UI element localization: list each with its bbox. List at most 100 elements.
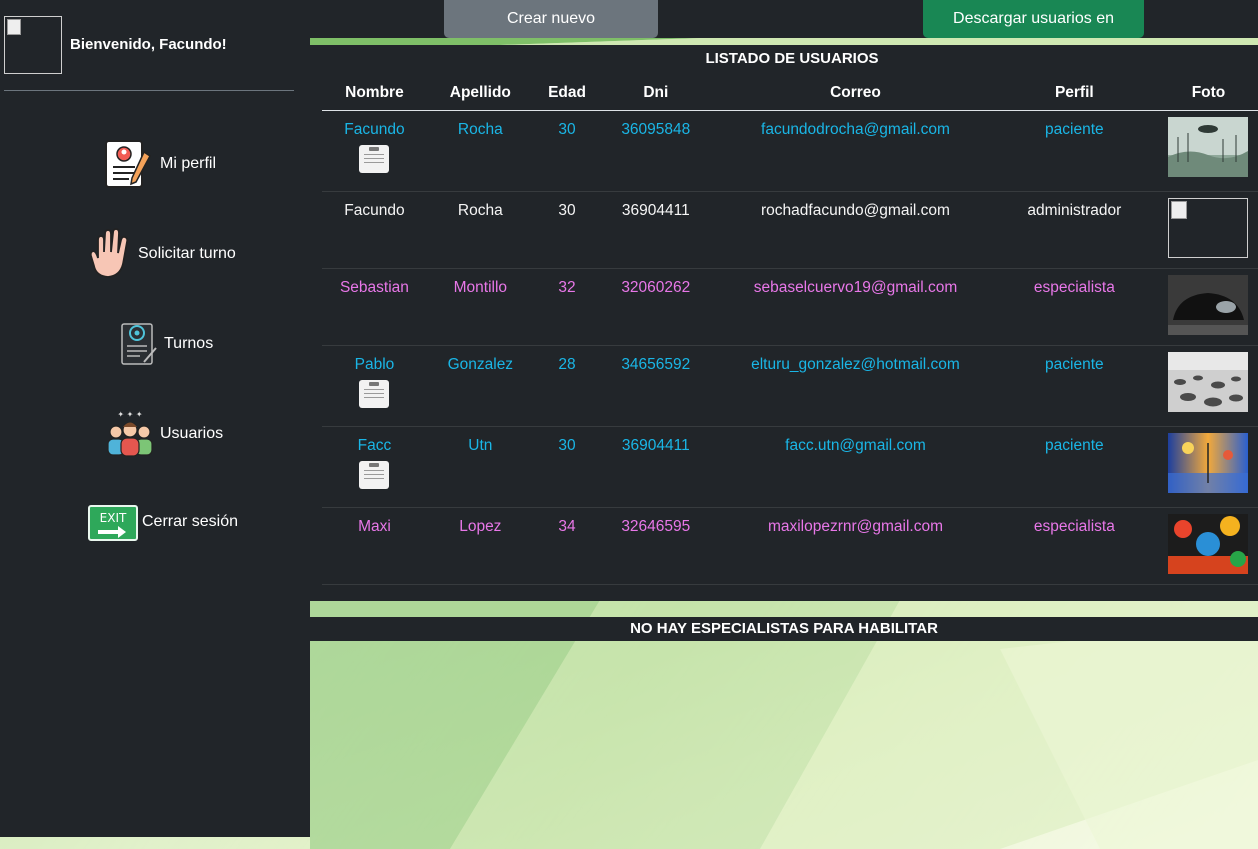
correo-text: elturu_gonzalez@hotmail.com — [751, 355, 960, 373]
broken-image-icon — [1168, 197, 1249, 258]
apellido-text: Rocha — [457, 120, 503, 138]
sidebar-item-turnos[interactable]: Turnos — [118, 318, 213, 370]
user-photo — [1168, 513, 1249, 578]
col-header-apellido: Apellido — [426, 77, 534, 111]
cell-foto — [1148, 426, 1258, 508]
svg-text:EXIT: EXIT — [100, 511, 127, 525]
cell-perfil: especialista — [999, 268, 1149, 346]
cell-foto — [1148, 110, 1258, 192]
edad-text: 30 — [558, 436, 576, 454]
dni-text: 32646595 — [621, 517, 691, 535]
user-photo — [1168, 432, 1249, 497]
correo-text: sebaselcuervo19@gmail.com — [753, 278, 958, 296]
sidebar-item-label: Mi perfil — [160, 155, 217, 172]
nombre-text: Facc — [357, 436, 392, 454]
table-row: Facundo Rocha 30 36095848 facundodrocha@gmai… — [322, 110, 1258, 192]
dni-text: 36095848 — [621, 120, 691, 138]
apellido-text: Utn — [468, 436, 493, 454]
dni-text: 34656592 — [621, 355, 691, 373]
user-photo — [1168, 274, 1249, 339]
cell-perfil: paciente — [999, 426, 1149, 508]
cell-edad: 34 — [533, 507, 601, 585]
cell-nombre: Facundo — [322, 110, 427, 192]
cell-edad: 28 — [533, 345, 601, 427]
nombre-text: Pablo — [354, 355, 395, 373]
cell-edad: 30 — [533, 110, 601, 192]
users-group-icon: ✦ ✦ ✦ — [107, 410, 153, 457]
cell-perfil: especialista — [999, 507, 1149, 585]
download-excel-button[interactable]: Descargar usuarios en Excel — [923, 0, 1144, 65]
sidebar-item-label: Turnos — [164, 335, 214, 352]
col-header-nombre: Nombre — [322, 77, 427, 111]
dni-text: 36904411 — [621, 201, 690, 219]
perfil-text: especialista — [1033, 278, 1115, 296]
cell-correo: sebaselcuervo19@gmail.com — [711, 268, 1000, 346]
perfil-text: paciente — [1045, 355, 1104, 373]
apellido-text: Gonzalez — [447, 355, 514, 373]
table-row: Pablo Gonzalez 28 34656592 elturu_gonzalez@h… — [322, 345, 1258, 427]
clinical-history-icon[interactable] — [359, 379, 390, 408]
cell-dni: 36095848 — [600, 110, 712, 192]
sidebar-item-solicitar-turno[interactable]: Solicitar turno — [88, 228, 236, 280]
sidebar-divider — [4, 90, 294, 91]
create-admin-button[interactable]: Crear nuevo administrador — [444, 0, 658, 65]
perfil-text: paciente — [1045, 120, 1104, 138]
cell-nombre: Sebastian — [322, 268, 427, 346]
sidebar-item-mi-perfil[interactable]: Mi perfil — [104, 138, 216, 190]
clinical-history-icon[interactable] — [359, 144, 390, 173]
cell-dni: 32060262 — [600, 268, 712, 346]
avatar — [4, 16, 62, 74]
sidebar: Bienvenido, Facundo! Mi perfil Solicitar… — [0, 0, 310, 837]
cell-foto — [1148, 345, 1258, 427]
perfil-text: especialista — [1033, 517, 1115, 535]
table-row: Facc Utn 30 36904411 facc.utn@gmail.com pacie… — [322, 426, 1258, 508]
edad-text: 34 — [558, 517, 576, 535]
cell-apellido: Utn — [426, 426, 534, 508]
cell-apellido: Montillo — [426, 268, 534, 346]
svg-text:✦ ✦ ✦: ✦ ✦ ✦ — [117, 410, 142, 419]
perfil-text: administrador — [1027, 201, 1122, 219]
cell-correo: maxilopezrnr@gmail.com — [711, 507, 1000, 585]
cell-edad: 30 — [533, 191, 601, 269]
cell-perfil: administrador — [999, 191, 1149, 269]
no-specialists-notice: NO HAY ESPECIALISTAS PARA HABILITAR — [310, 617, 1258, 641]
correo-text: facc.utn@gmail.com — [785, 436, 926, 454]
nombre-text: Facundo — [344, 120, 405, 138]
cell-apellido: Gonzalez — [426, 345, 534, 427]
user-photo — [1168, 351, 1249, 416]
profile-document-icon — [105, 140, 151, 188]
cell-nombre: Pablo — [322, 345, 427, 427]
edad-text: 30 — [558, 120, 576, 138]
cell-correo: rochadfacundo@gmail.com — [711, 191, 1000, 269]
cell-dni: 36904411 — [600, 191, 712, 269]
clinical-history-icon[interactable] — [359, 460, 390, 489]
cell-correo: facundodrocha@gmail.com — [711, 110, 1000, 192]
correo-text: maxilopezrnr@gmail.com — [767, 517, 944, 535]
correo-text: facundodrocha@gmail.com — [761, 120, 950, 138]
col-header-edad: Edad — [533, 77, 601, 111]
perfil-text: paciente — [1045, 436, 1104, 454]
users-table-title: LISTADO DE USUARIOS — [705, 50, 879, 67]
cell-foto — [1148, 191, 1258, 269]
sidebar-item-label: Cerrar sesión — [142, 513, 239, 530]
apellido-text: Rocha — [457, 201, 503, 219]
dni-text: 36904411 — [621, 436, 690, 454]
col-header-foto: Foto — [1148, 77, 1258, 111]
users-table: Nombre Apellido Edad Dni Correo Perfil F… — [322, 77, 1258, 585]
nombre-text: Maxi — [358, 517, 391, 535]
cell-apellido: Rocha — [426, 191, 534, 269]
cell-nombre: Facundo — [322, 191, 427, 269]
apellido-text: Lopez — [459, 517, 502, 535]
edad-text: 28 — [558, 355, 576, 373]
col-header-dni: Dni — [600, 77, 712, 111]
users-table-panel: LISTADO DE USUARIOS Nombre Apellido Edad… — [310, 45, 1258, 601]
cell-foto — [1148, 268, 1258, 346]
sidebar-item-usuarios[interactable]: ✦ ✦ ✦ Usuarios — [104, 408, 223, 460]
sidebar-item-label: Usuarios — [160, 425, 224, 442]
table-header-row: Nombre Apellido Edad Dni Correo Perfil F… — [322, 77, 1258, 111]
cell-dni: 36904411 — [600, 426, 712, 508]
sidebar-item-label: Solicitar turno — [138, 245, 236, 262]
sidebar-item-cerrar-sesion[interactable]: EXIT Cerrar sesión — [88, 500, 238, 544]
exit-sign-icon: EXIT — [88, 505, 138, 541]
cell-perfil: paciente — [999, 110, 1149, 192]
